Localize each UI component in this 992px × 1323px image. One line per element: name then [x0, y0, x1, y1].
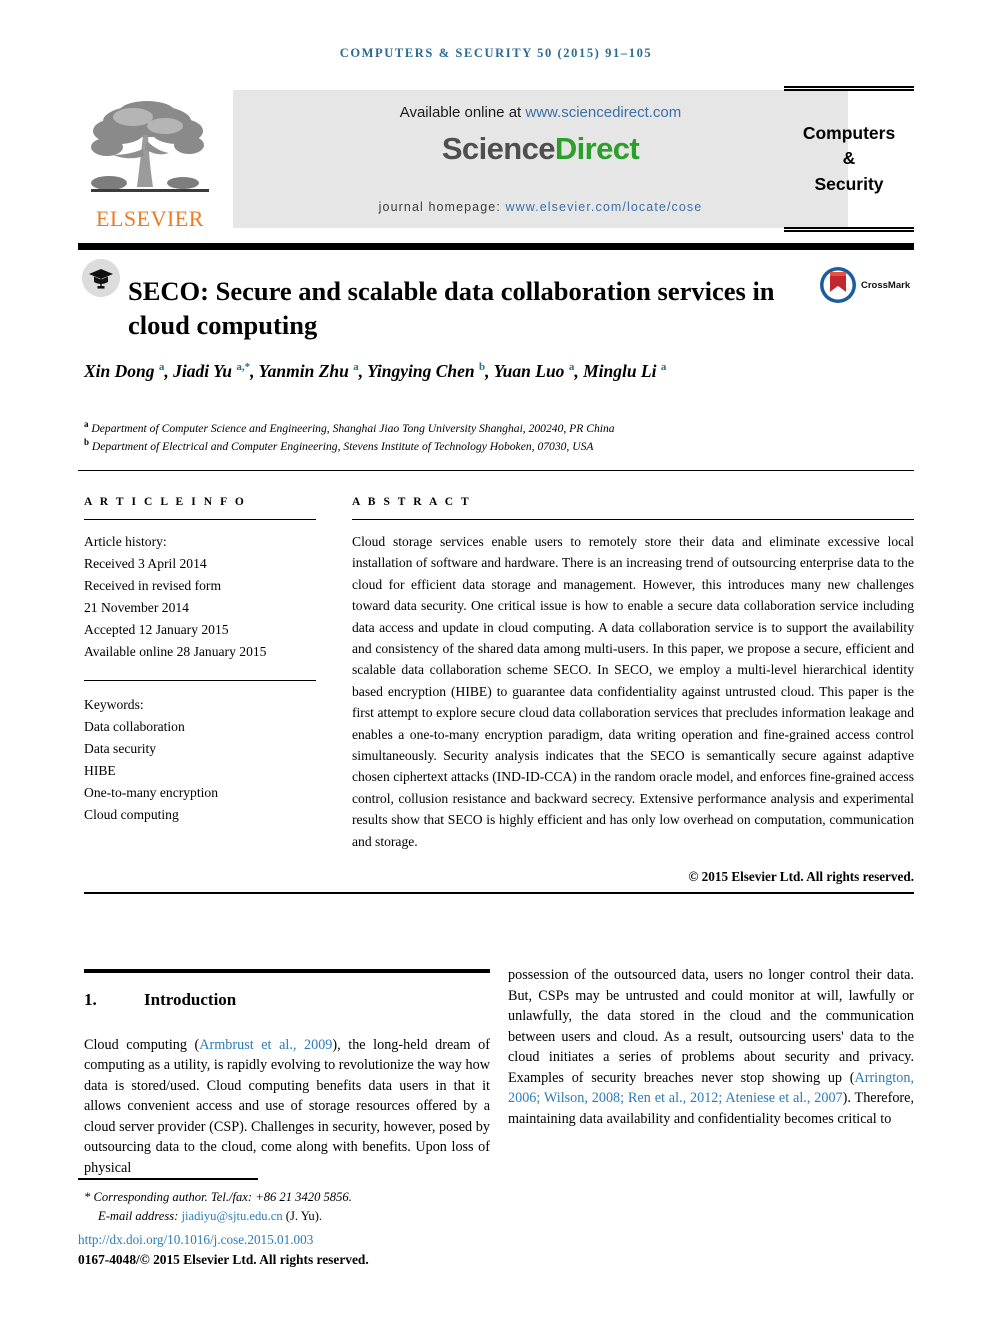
keyword-item: One-to-many encryption: [84, 785, 219, 801]
corresponding-author-text: Corresponding author. Tel./fax: +86 21 3…: [90, 1190, 352, 1204]
keyword-item: Data security: [84, 741, 157, 757]
abstract-block: A B S T R A C T Cloud storage services e…: [352, 496, 914, 885]
sciencedirect-link[interactable]: www.sciencedirect.com: [525, 104, 681, 121]
introduction-paragraph-left: Cloud computing (Armbrust et al., 2009),…: [84, 1035, 490, 1179]
abstract-heading: A B S T R A C T: [352, 496, 472, 508]
journal-homepage-link[interactable]: www.elsevier.com/locate/cose: [505, 200, 702, 214]
elsevier-tree-icon: [91, 101, 209, 192]
keyword-item: HIBE: [84, 763, 116, 779]
article-history-item: 21 November 2014: [84, 600, 189, 616]
elsevier-wordmark: ELSEVIER: [96, 206, 204, 231]
available-online-line: Available online at www.sciencedirect.co…: [400, 104, 682, 121]
footnote-block: * Corresponding author. Tel./fax: +86 21…: [84, 1188, 504, 1226]
email-line: E-mail address: jiadiyu@sjtu.edu.cn (J. …: [84, 1207, 504, 1226]
intro-left-text-1: Cloud computing (: [84, 1036, 200, 1053]
section-title: Introduction: [144, 990, 237, 1009]
running-head: COMPUTERS & SECURITY 50 (2015) 91–105: [339, 46, 653, 60]
author-list: Xin Dong a, Jiadi Yu a,*, Yanmin Zhu a, …: [84, 361, 667, 381]
affiliation-b: b Department of Electrical and Computer …: [84, 436, 894, 456]
journal-title-line-3: Security: [814, 173, 884, 194]
email-label: E-mail address:: [98, 1208, 182, 1223]
corresponding-author-line: * Corresponding author. Tel./fax: +86 21…: [84, 1188, 504, 1207]
introduction-right-column: possession of the outsourced data, users…: [508, 965, 914, 1129]
journal-title-box: Computers & Security: [784, 86, 914, 232]
article-info-heading: A R T I C L E I N F O: [84, 496, 247, 508]
paper-page: COMPUTERS & SECURITY 50 (2015) 91–105 EL…: [0, 0, 992, 1323]
citation-armbrust[interactable]: Armbrust et al., 2009: [199, 1037, 332, 1053]
introduction-left-column: 1. Introduction Cloud computing (Armbrus…: [84, 988, 490, 1178]
graduation-cap-icon: [82, 259, 120, 297]
keywords-label: Keywords:: [84, 697, 144, 713]
journal-title-line-2: &: [842, 148, 856, 169]
intro-right-text-1: possession of the outsourced data, users…: [508, 967, 914, 1086]
page-title: SECO: Secure and scalable data collabora…: [128, 275, 775, 341]
crossmark-icon: [820, 267, 856, 303]
abstract-bottom-rule: [84, 892, 914, 894]
doi-link[interactable]: http://dx.doi.org/10.1016/j.cose.2015.01…: [78, 1232, 313, 1248]
email-suffix: (J. Yu).: [282, 1208, 323, 1223]
elsevier-logo: ELSEVIER: [78, 88, 222, 230]
introduction-paragraph-right: possession of the outsourced data, users…: [508, 965, 914, 1129]
intro-left-text-2: ), the long-held dream of computing as a…: [84, 1036, 490, 1176]
article-history-item: Received in revised form: [84, 578, 222, 594]
article-history-item: Received 3 April 2014: [84, 556, 207, 572]
crossmark-label: CrossMark: [861, 279, 911, 291]
abstract-text: Cloud storage services enable users to r…: [352, 534, 914, 849]
journal-homepage-line: journal homepage: www.elsevier.com/locat…: [379, 200, 703, 214]
footnote-rule: [78, 1178, 258, 1180]
introduction-top-rule: [84, 969, 490, 973]
email-link[interactable]: jiadiyu@sjtu.edu.cn: [181, 1209, 282, 1223]
sciencedirect-logo: ScienceDirect: [441, 131, 640, 167]
info-section-top-rule: [78, 470, 914, 471]
keywords-block: Keywords: Data collaboration Data securi…: [84, 694, 316, 826]
affiliation-b-text: Department of Electrical and Computer En…: [89, 439, 594, 453]
abstract-copyright: © 2015 Elsevier Ltd. All rights reserved…: [688, 869, 914, 885]
article-info-rule: [84, 519, 316, 520]
journal-masthead: ELSEVIER Available online at www.science…: [78, 86, 914, 234]
keywords-rule: [84, 680, 316, 682]
crossmark-badge[interactable]: CrossMark: [818, 262, 918, 308]
masthead-divider: [78, 243, 914, 250]
affiliation-a: a Department of Computer Science and Eng…: [84, 418, 894, 438]
keyword-item: Data collaboration: [84, 719, 185, 735]
keyword-item: Cloud computing: [84, 807, 179, 823]
article-history-label: Article history:: [84, 534, 167, 549]
section-number: 1.: [84, 990, 97, 1009]
article-info-block: A R T I C L E I N F O Article history: R…: [84, 496, 316, 826]
article-history-item: Available online 28 January 2015: [84, 644, 267, 660]
affiliation-a-text: Department of Computer Science and Engin…: [88, 421, 615, 435]
abstract-rule: [352, 519, 914, 520]
graduation-cap-glyph: [82, 259, 120, 297]
journal-title-line-1: Computers: [802, 122, 896, 143]
article-history-item: Accepted 12 January 2015: [84, 622, 229, 638]
issn-copyright-line: 0167-4048/© 2015 Elsevier Ltd. All right…: [78, 1252, 369, 1267]
sciencedirect-logo-science: Science: [441, 131, 556, 166]
available-online-text: Available online at: [399, 104, 526, 121]
journal-homepage-label: journal homepage:: [378, 200, 506, 214]
section-heading-introduction: 1. Introduction: [84, 988, 490, 1013]
sciencedirect-banner: Available online at www.sciencedirect.co…: [233, 90, 848, 228]
sciencedirect-logo-direct: Direct: [554, 131, 640, 166]
